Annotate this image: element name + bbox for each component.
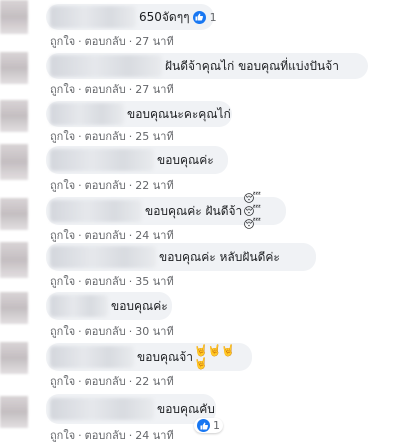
separator: · (78, 429, 82, 442)
separator: · (78, 130, 82, 143)
horns-hand-emoji: 🤘🤘🤘🤘 (193, 344, 236, 370)
timestamp[interactable]: 24 นาที (135, 229, 173, 242)
avatar[interactable] (0, 242, 28, 278)
separator: · (128, 429, 133, 442)
reply-link[interactable]: ตอบกลับ (85, 375, 126, 388)
like-count: 1 (213, 419, 220, 432)
separator: · (128, 229, 133, 242)
like-link[interactable]: ถูกใจ (50, 275, 75, 288)
comment-meta: ถูกใจ · ตอบกลับ · 35 นาที (50, 272, 174, 290)
comment-text: ขอบคุณคับ (157, 401, 215, 416)
comment-meta: ถูกใจ · ตอบกลับ · 27 นาที (50, 80, 174, 98)
comment-text: ขอบคุณค่ะ หลับฝันดีค่ะ (159, 249, 280, 264)
comment-meta: ถูกใจ · ตอบกลับ · 22 นาที (50, 176, 174, 194)
reply-link[interactable]: ตอบกลับ (85, 429, 126, 442)
like-link[interactable]: ถูกใจ (50, 130, 75, 143)
like-link[interactable]: ถูกใจ (50, 179, 75, 192)
comment-text: ขอบคุณค่ะ ฝันดีจ้า (145, 203, 243, 218)
reply-link[interactable]: ตอบกลับ (85, 229, 126, 242)
thumbs-up-icon (197, 419, 210, 432)
separator: · (78, 35, 82, 48)
commenter-name-blurred[interactable] (50, 295, 108, 317)
like-link[interactable]: ถูกใจ (50, 229, 75, 242)
timestamp[interactable]: 35 นาที (135, 275, 173, 288)
reaction-summary[interactable]: 1 (194, 418, 223, 433)
separator: · (78, 229, 82, 242)
comment-text: ขอบคุณค่ะ (157, 152, 214, 167)
separator: · (78, 179, 82, 192)
commenter-name-blurred[interactable] (50, 246, 156, 268)
reply-link[interactable]: ตอบกลับ (85, 35, 126, 48)
avatar[interactable] (0, 0, 28, 34)
comment-meta: ถูกใจ · ตอบกลับ · 24 นาที (50, 226, 174, 244)
separator: · (78, 375, 82, 388)
comment-bubble: ขอบคุณนะคะคุณไก่ (46, 101, 232, 127)
comment-text: ขอบคุณนะคะคุณไก่ (127, 106, 231, 121)
comment-meta: ถูกใจ · ตอบกลับ · 22 นาที (50, 372, 174, 390)
commenter-name-blurred[interactable] (50, 6, 136, 28)
timestamp[interactable]: 27 นาที (135, 35, 173, 48)
comment-text: ฝันดีจ้าคุณไก่ ขอบคุณที่แบ่งปันจ้า (165, 58, 339, 73)
commenter-name-blurred[interactable] (50, 149, 154, 171)
comment-meta: ถูกใจ · ตอบกลับ · 27 นาที (50, 32, 174, 50)
separator: · (128, 179, 133, 192)
like-link[interactable]: ถูกใจ (50, 35, 75, 48)
avatar[interactable] (0, 396, 28, 428)
comment-bubble: ขอบคุณคับ (46, 394, 216, 424)
separator: · (78, 325, 82, 338)
comment-text: ขอบคุณค่ะ (111, 298, 168, 313)
separator: · (78, 275, 82, 288)
separator: · (128, 325, 133, 338)
like-count: 1 (209, 10, 217, 24)
avatar[interactable] (0, 144, 28, 180)
commenter-name-blurred[interactable] (50, 55, 162, 77)
timestamp[interactable]: 27 นาที (135, 83, 173, 96)
comment-bubble: ขอบคุณค่ะ (46, 292, 172, 320)
comment-bubble: ขอบคุณค่ะ (46, 146, 228, 174)
avatar[interactable] (0, 100, 28, 132)
like-link[interactable]: ถูกใจ (50, 375, 75, 388)
comment-meta: ถูกใจ · ตอบกลับ · 30 นาที (50, 322, 174, 340)
commenter-name-blurred[interactable] (50, 398, 154, 420)
comment-bubble: ขอบคุณค่ะ ฝันดีจ้า 😴😴😴 (46, 192, 286, 231)
thumbs-up-icon[interactable] (192, 10, 206, 24)
commenter-name-blurred[interactable] (50, 346, 134, 368)
timestamp[interactable]: 25 นาที (135, 130, 173, 143)
comment-text: ขอบคุณจ้า (137, 349, 193, 364)
like-link[interactable]: ถูกใจ (50, 429, 75, 442)
reply-link[interactable]: ตอบกลับ (85, 130, 126, 143)
commenter-name-blurred[interactable] (50, 200, 142, 222)
sleeping-face-emoji: 😴😴😴 (243, 191, 261, 231)
comment-bubble: ขอบคุณจ้า 🤘🤘🤘🤘 (46, 343, 252, 371)
separator: · (128, 83, 133, 96)
separator: · (128, 275, 133, 288)
separator: · (78, 83, 82, 96)
comment-bubble: 650จัดๆๆ 1 (46, 4, 217, 30)
timestamp[interactable]: 30 นาที (135, 325, 173, 338)
separator: · (128, 130, 133, 143)
avatar[interactable] (0, 198, 28, 230)
separator: · (128, 375, 133, 388)
timestamp[interactable]: 22 นาที (135, 179, 173, 192)
reply-link[interactable]: ตอบกลับ (85, 83, 126, 96)
timestamp[interactable]: 24 นาที (135, 429, 173, 442)
avatar[interactable] (0, 342, 28, 374)
timestamp[interactable]: 22 นาที (135, 375, 173, 388)
avatar[interactable] (0, 52, 28, 84)
comment-meta: ถูกใจ · ตอบกลับ · 25 นาที (50, 127, 174, 145)
avatar[interactable] (0, 292, 28, 324)
reply-link[interactable]: ตอบกลับ (85, 325, 126, 338)
reply-link[interactable]: ตอบกลับ (85, 179, 126, 192)
like-link[interactable]: ถูกใจ (50, 325, 75, 338)
comment-bubble: ฝันดีจ้าคุณไก่ ขอบคุณที่แบ่งปันจ้า (46, 53, 368, 79)
like-link[interactable]: ถูกใจ (50, 83, 75, 96)
commenter-name-blurred[interactable] (50, 103, 124, 125)
separator: · (128, 35, 133, 48)
comment-text: 650จัดๆๆ (139, 9, 190, 24)
comment-meta: ถูกใจ · ตอบกลับ · 24 นาที (50, 426, 174, 444)
comment-bubble: ขอบคุณค่ะ หลับฝันดีค่ะ (46, 243, 316, 271)
reply-link[interactable]: ตอบกลับ (85, 275, 126, 288)
